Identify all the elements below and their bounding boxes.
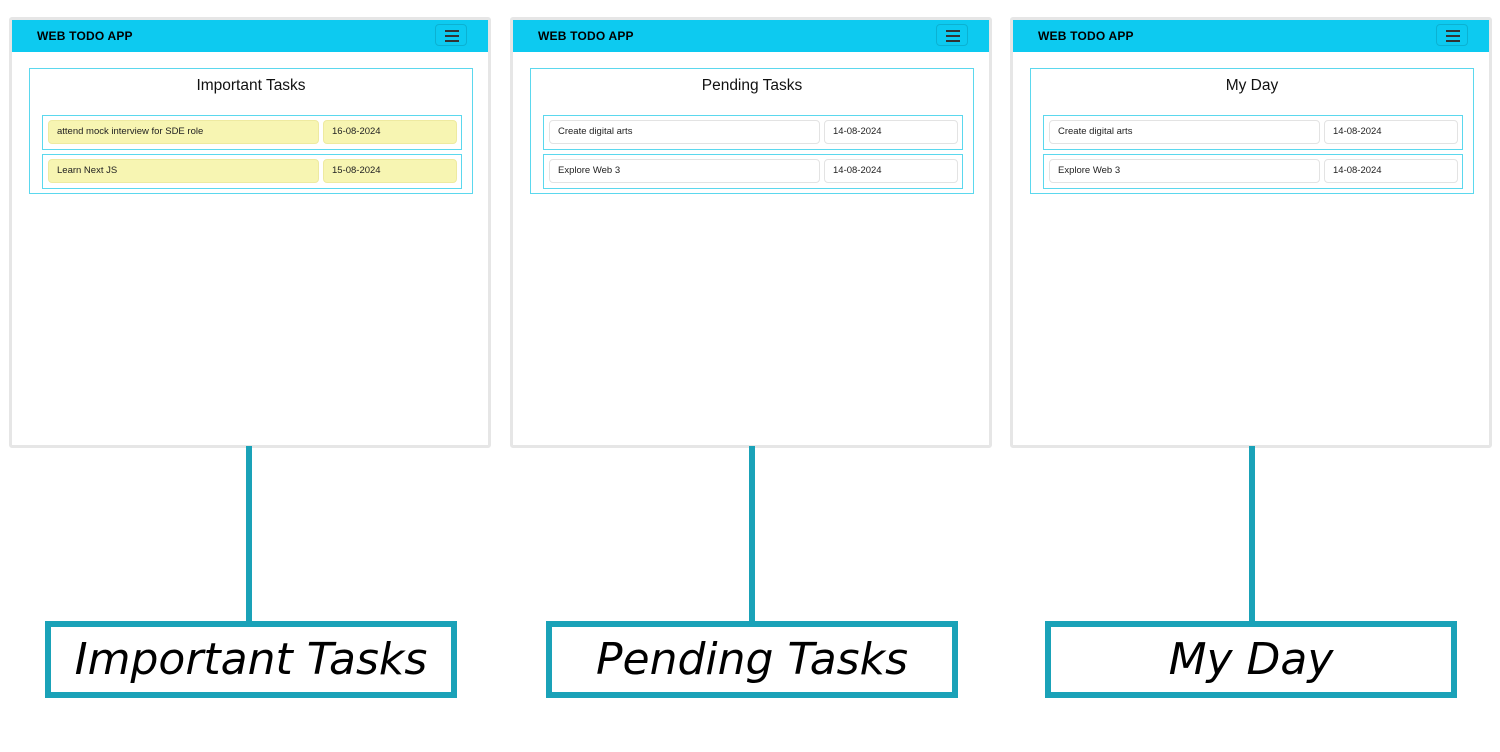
task-date-field[interactable]: 14-08-2024 <box>1324 159 1458 183</box>
section-title: My Day <box>1225 77 1279 94</box>
connector-line <box>246 446 252 623</box>
caption-important-tasks: Important Tasks <box>45 621 457 698</box>
brand[interactable]: WEB TODO APP <box>1038 20 1134 52</box>
caption-my-day: My Day <box>1045 621 1457 698</box>
task-date-field[interactable]: 16-08-2024 <box>323 120 457 144</box>
navbar-toggler-button[interactable] <box>435 24 467 46</box>
caption-pending-tasks: Pending Tasks <box>546 621 958 698</box>
brand[interactable]: WEB TODO APP <box>538 20 634 52</box>
navbar: WEB TODO APP <box>513 20 989 52</box>
task-row: Explore Web 3 14-08-2024 <box>1043 154 1463 189</box>
task-date-field[interactable]: 14-08-2024 <box>824 120 958 144</box>
navbar-toggler-button[interactable] <box>1436 24 1468 46</box>
task-date-field[interactable]: 15-08-2024 <box>323 159 457 183</box>
task-name-field[interactable]: Learn Next JS <box>48 159 319 183</box>
brand[interactable]: WEB TODO APP <box>37 20 133 52</box>
navbar: WEB TODO APP <box>1013 20 1489 52</box>
task-date-field[interactable]: 14-08-2024 <box>1324 120 1458 144</box>
task-row: attend mock interview for SDE role 16-08… <box>42 115 462 150</box>
task-row: Explore Web 3 14-08-2024 <box>543 154 963 189</box>
connector-line <box>1249 446 1255 623</box>
task-name-field[interactable]: Create digital arts <box>1049 120 1320 144</box>
task-row: Create digital arts 14-08-2024 <box>1043 115 1463 150</box>
navbar: WEB TODO APP <box>12 20 488 52</box>
task-name-field[interactable]: Create digital arts <box>549 120 820 144</box>
task-row: Learn Next JS 15-08-2024 <box>42 154 462 189</box>
task-name-field[interactable]: Explore Web 3 <box>549 159 820 183</box>
navbar-toggler-button[interactable] <box>936 24 968 46</box>
task-list-box: Important Tasks attend mock interview fo… <box>29 68 473 194</box>
task-list-box: Pending Tasks Create digital arts 14-08-… <box>530 68 974 194</box>
task-list-box: My Day Create digital arts 14-08-2024 Ex… <box>1030 68 1474 194</box>
task-name-field[interactable]: Explore Web 3 <box>1049 159 1320 183</box>
important-tasks-panel: WEB TODO APP Important Tasks attend mock… <box>9 17 491 448</box>
section-title: Pending Tasks <box>701 77 803 94</box>
pending-tasks-panel: WEB TODO APP Pending Tasks Create digita… <box>510 17 992 448</box>
task-row: Create digital arts 14-08-2024 <box>543 115 963 150</box>
section-title: Important Tasks <box>196 77 306 94</box>
connector-line <box>749 446 755 623</box>
my-day-panel: WEB TODO APP My Day Create digital arts … <box>1010 17 1492 448</box>
task-date-field[interactable]: 14-08-2024 <box>824 159 958 183</box>
task-name-field[interactable]: attend mock interview for SDE role <box>48 120 319 144</box>
